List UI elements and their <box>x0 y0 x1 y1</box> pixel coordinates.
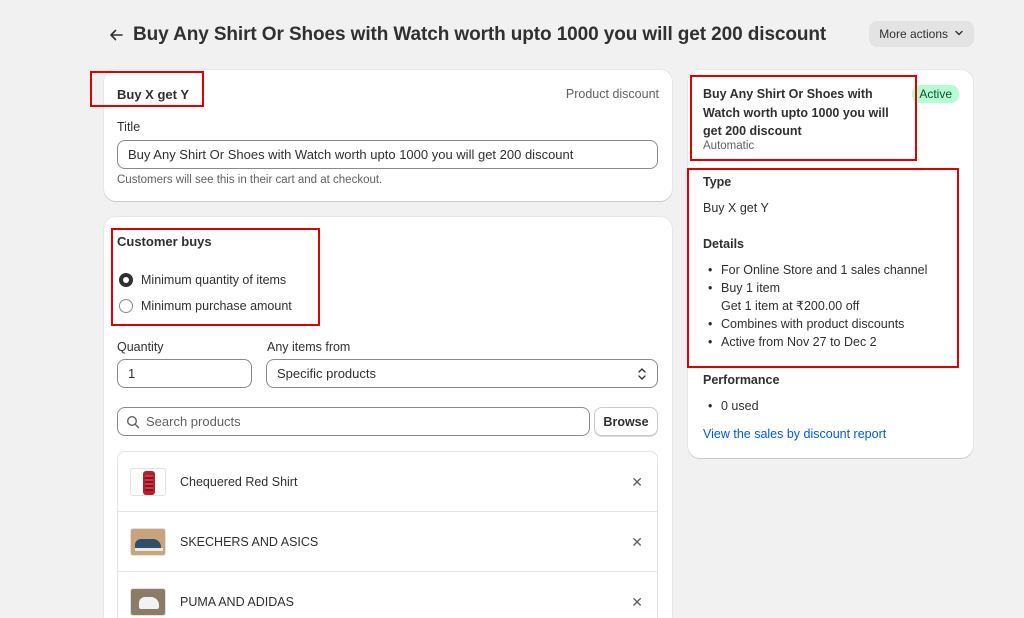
details-item: Active from Nov 27 to Dec 2 <box>703 333 963 351</box>
summary-subtitle: Automatic <box>703 140 755 152</box>
view-report-link[interactable]: View the sales by discount report <box>703 427 886 441</box>
title-input[interactable]: Buy Any Shirt Or Shoes with Watch worth … <box>117 140 658 169</box>
more-actions-button[interactable]: More actions <box>869 21 974 47</box>
title-label: Title <box>117 120 141 134</box>
items-from-label: Any items from <box>267 340 351 354</box>
details-item-continued: Get 1 item at ₹200.00 off <box>721 299 860 313</box>
customer-buys-heading: Customer buys <box>117 234 212 249</box>
product-name: Chequered Red Shirt <box>180 474 298 489</box>
remove-product-close-icon[interactable]: ✕ <box>631 594 643 611</box>
product-name: PUMA AND ADIDAS <box>180 594 294 609</box>
title-input-value: Buy Any Shirt Or Shoes with Watch worth … <box>128 147 574 162</box>
performance-item: 0 used <box>703 397 963 415</box>
items-from-value: Specific products <box>277 366 376 381</box>
more-actions-label: More actions <box>879 27 948 41</box>
search-icon <box>126 415 140 429</box>
summary-sidebar-card: Buy Any Shirt Or Shoes with Watch worth … <box>688 70 973 458</box>
performance-list: 0 used <box>703 397 963 415</box>
summary-title: Buy Any Shirt Or Shoes with Watch worth … <box>703 87 889 138</box>
product-thumbnail-red-shirt <box>130 467 166 496</box>
discount-kind: Product discount <box>565 87 659 101</box>
browse-button[interactable]: Browse <box>594 407 658 436</box>
status-badge: Active <box>912 85 959 103</box>
quantity-value: 1 <box>128 366 136 381</box>
list-item: Chequered Red Shirt ✕ <box>118 452 657 512</box>
radio-selected-icon <box>119 273 133 287</box>
page-header: Buy Any Shirt Or Shoes with Watch worth … <box>107 21 974 48</box>
remove-product-close-icon[interactable]: ✕ <box>631 534 643 551</box>
radio-min-quantity-label: Minimum quantity of items <box>141 273 287 287</box>
remove-product-close-icon[interactable]: ✕ <box>631 474 643 491</box>
select-updown-icon <box>637 367 647 384</box>
details-item: Buy 1 item <box>703 279 963 297</box>
type-heading: Type <box>703 175 732 189</box>
discount-method: Buy X get Y <box>117 87 190 102</box>
product-list: Chequered Red Shirt ✕ SKECHERS AND ASICS… <box>117 451 658 618</box>
title-help-text: Customers will see this in their cart an… <box>117 174 383 186</box>
performance-heading: Performance <box>703 373 780 387</box>
discount-title-card: Buy X get Y Product discount Title Buy A… <box>104 70 672 201</box>
details-item: Combines with product discounts <box>703 315 963 333</box>
list-item: PUMA AND ADIDAS ✕ <box>118 572 657 618</box>
radio-min-amount-label: Minimum purchase amount <box>141 299 292 313</box>
search-placeholder: Search products <box>146 414 241 429</box>
details-list: For Online Store and 1 sales channel Buy… <box>703 261 963 351</box>
customer-buys-card: Customer buys Minimum quantity of items … <box>104 217 672 618</box>
quantity-label: Quantity <box>117 340 164 354</box>
product-thumbnail-shoes <box>130 527 166 556</box>
product-thumbnail-sneakers <box>130 587 166 616</box>
items-from-select[interactable]: Specific products <box>266 359 658 388</box>
page-title: Buy Any Shirt Or Shoes with Watch worth … <box>133 24 827 45</box>
radio-min-quantity[interactable]: Minimum quantity of items <box>119 273 286 287</box>
chevron-down-icon <box>954 27 964 41</box>
list-item: SKECHERS AND ASICS ✕ <box>118 512 657 572</box>
back-arrow-icon[interactable] <box>107 26 125 44</box>
search-products-input[interactable]: Search products <box>117 407 590 436</box>
radio-min-amount[interactable]: Minimum purchase amount <box>119 299 292 313</box>
quantity-input[interactable]: 1 <box>117 359 252 388</box>
details-heading: Details <box>703 237 744 251</box>
product-name: SKECHERS AND ASICS <box>180 534 319 549</box>
details-item: For Online Store and 1 sales channel <box>703 261 963 279</box>
radio-unselected-icon <box>119 299 133 313</box>
browse-label: Browse <box>603 414 649 429</box>
type-value: Buy X get Y <box>703 201 769 215</box>
